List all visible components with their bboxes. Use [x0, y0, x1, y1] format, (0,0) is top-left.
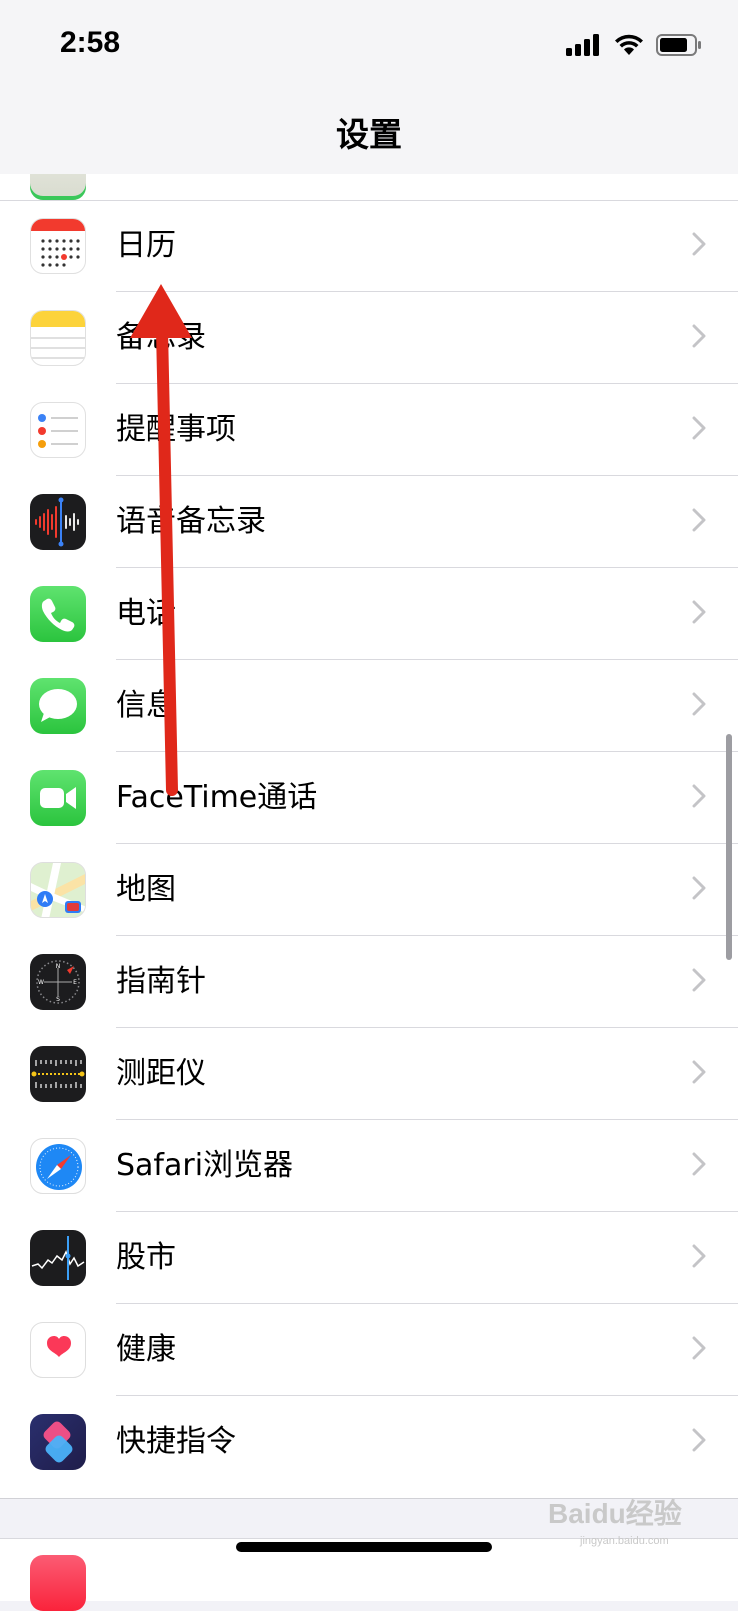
chevron-right-icon — [692, 600, 706, 624]
settings-item-label: 日历 — [116, 228, 176, 263]
measure-icon — [30, 1046, 86, 1102]
status-bar: 2:58 — [0, 0, 738, 90]
chevron-right-icon — [692, 324, 706, 348]
navigation-bar: 设置 — [0, 90, 738, 175]
notes-icon — [30, 310, 86, 366]
scroll-indicator[interactable] — [726, 734, 732, 960]
settings-item-label: 健康 — [116, 1332, 176, 1367]
partial-app-icon — [30, 174, 86, 200]
chevron-right-icon — [692, 416, 706, 440]
chevron-right-icon — [692, 1244, 706, 1268]
svg-text:W: W — [38, 979, 44, 986]
chevron-right-icon — [692, 232, 706, 256]
safari-icon — [30, 1138, 86, 1194]
settings-item-maps[interactable]: 地图 — [0, 844, 738, 936]
settings-item-reminders[interactable]: 提醒事项 — [0, 384, 738, 476]
messages-icon — [30, 678, 86, 734]
partial-list-item[interactable] — [0, 174, 738, 201]
status-icons — [566, 30, 702, 60]
chevron-right-icon — [692, 876, 706, 900]
svg-text:E: E — [73, 979, 77, 986]
settings-item-label: FaceTime通话 — [116, 780, 318, 815]
health-icon — [30, 1322, 86, 1378]
page-title: 设置 — [336, 115, 402, 154]
status-time: 2:58 — [60, 26, 121, 59]
settings-item-label: 地图 — [116, 872, 176, 907]
settings-item-voice-memos[interactable]: 语音备忘录 — [0, 476, 738, 568]
battery-icon — [656, 34, 701, 56]
stocks-icon — [30, 1230, 86, 1286]
settings-item-compass[interactable]: N S W E 指南针 — [0, 936, 738, 1028]
settings-item-health[interactable]: 健康 — [0, 1304, 738, 1396]
settings-item-label: Safari浏览器 — [116, 1148, 294, 1183]
settings-item-label: 语音备忘录 — [116, 504, 266, 539]
settings-item-phone[interactable]: 电话 — [0, 568, 738, 660]
settings-item-label: 信息 — [116, 688, 176, 723]
settings-item-label: 指南针 — [116, 964, 206, 999]
settings-item-label: 备忘录 — [116, 320, 206, 355]
svg-text:S: S — [56, 996, 60, 1003]
chevron-right-icon — [692, 1336, 706, 1360]
settings-item-label: 提醒事项 — [116, 412, 236, 447]
chevron-right-icon — [692, 1152, 706, 1176]
settings-list[interactable]: 日历 备忘录 提醒事项 语音备忘录 电话 信息 FaceTime通话 地图 N … — [0, 174, 738, 1499]
shortcuts-icon — [30, 1414, 86, 1470]
watermark-url: jingyan.baidu.com — [580, 1535, 669, 1547]
settings-item-messages[interactable]: 信息 — [0, 660, 738, 752]
chevron-right-icon — [692, 692, 706, 716]
voice-memos-icon — [30, 494, 86, 550]
maps-icon — [30, 862, 86, 918]
settings-item-stocks[interactable]: 股市 — [0, 1212, 738, 1304]
wifi-icon — [615, 34, 643, 55]
home-indicator[interactable] — [236, 1542, 492, 1552]
chevron-right-icon — [692, 508, 706, 532]
chevron-right-icon — [692, 1428, 706, 1452]
settings-item-notes[interactable]: 备忘录 — [0, 292, 738, 384]
phone-icon — [30, 586, 86, 642]
chevron-right-icon — [692, 1060, 706, 1084]
settings-item-label: 测距仪 — [116, 1056, 206, 1091]
settings-item-safari[interactable]: Safari浏览器 — [0, 1120, 738, 1212]
svg-text:N: N — [56, 963, 61, 970]
music-icon — [30, 1555, 86, 1611]
watermark: Baidu经验 — [548, 1498, 682, 1529]
settings-item-label: 电话 — [116, 596, 176, 631]
settings-item-shortcuts[interactable]: 快捷指令 — [0, 1396, 738, 1488]
signal-icon — [566, 34, 599, 56]
compass-icon: N S W E — [30, 954, 86, 1010]
settings-item-measure[interactable]: 测距仪 — [0, 1028, 738, 1120]
facetime-icon — [30, 770, 86, 826]
settings-item-label: 股市 — [116, 1240, 176, 1275]
chevron-right-icon — [692, 784, 706, 808]
settings-item-calendar[interactable]: 日历 — [0, 200, 738, 292]
settings-item-facetime[interactable]: FaceTime通话 — [0, 752, 738, 844]
calendar-icon — [30, 218, 86, 274]
settings-item-label: 快捷指令 — [116, 1424, 236, 1459]
reminders-icon — [30, 402, 86, 458]
chevron-right-icon — [692, 968, 706, 992]
